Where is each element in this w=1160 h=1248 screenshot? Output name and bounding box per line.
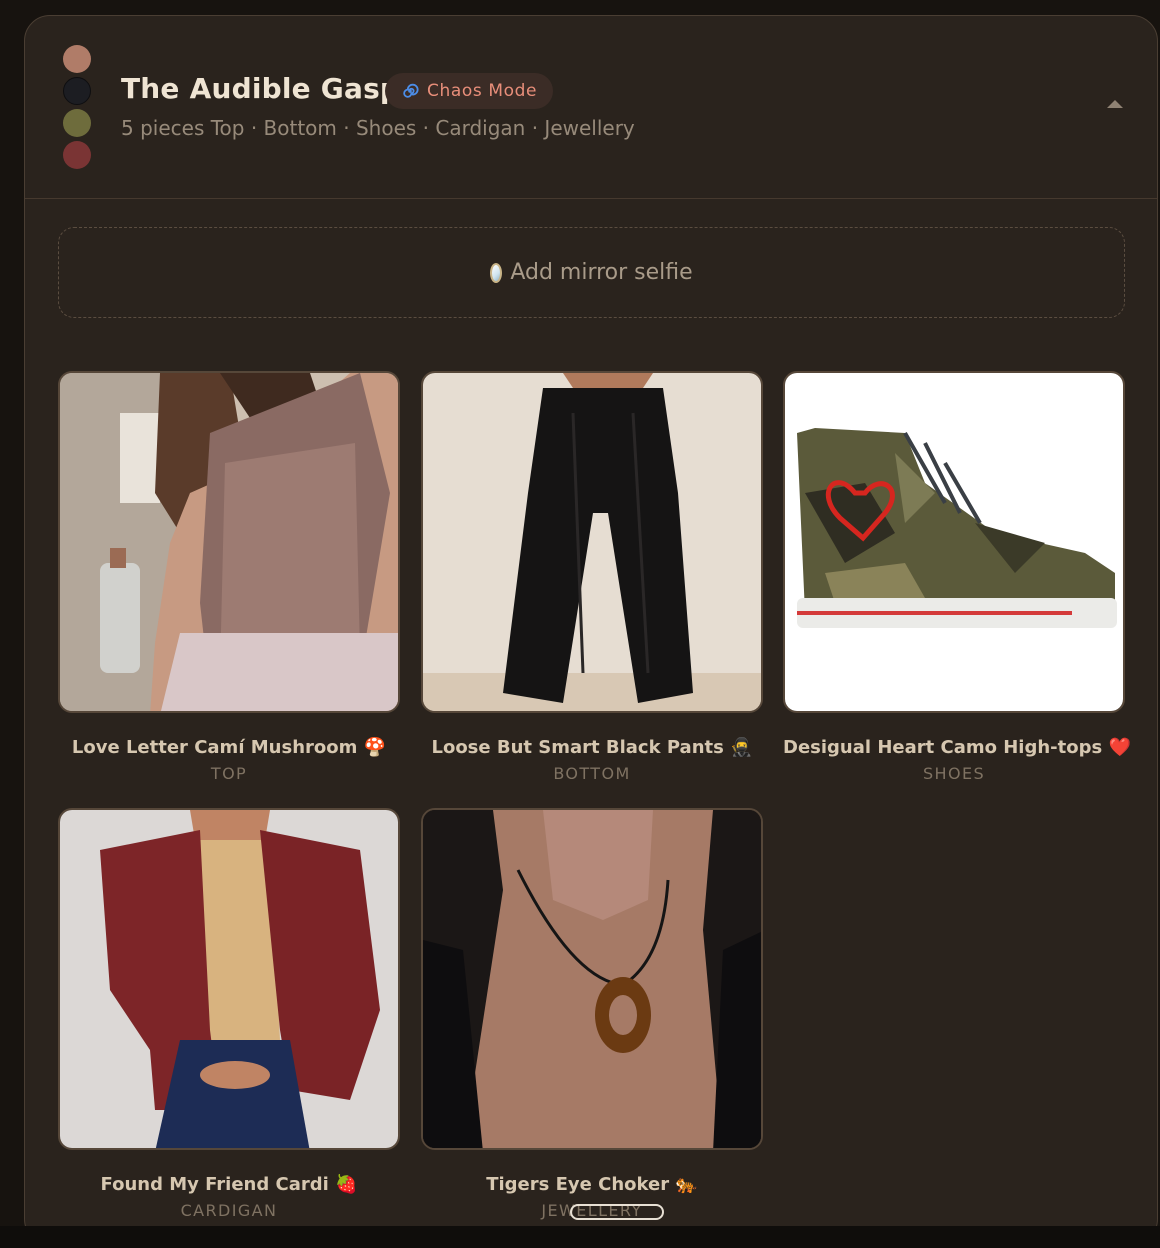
chaos-mode-badge: Chaos Mode — [385, 73, 554, 109]
item-category: BOTTOM — [553, 764, 631, 783]
add-mirror-selfie-button[interactable]: Add mirror selfie — [58, 227, 1125, 318]
palette-swatch — [63, 45, 91, 73]
palette-swatch — [63, 77, 91, 105]
item-name: Loose But Smart Black Pants 🥷 — [431, 737, 753, 758]
cardigan-photo-image — [60, 810, 398, 1148]
outfit-item[interactable]: Loose But Smart Black Pants 🥷 BOTTOM — [421, 371, 763, 783]
palette-swatch — [63, 109, 91, 137]
item-photo-jewellery[interactable] — [421, 808, 763, 1150]
outfit-item[interactable]: Love Letter Camí Mushroom 🍄 TOP — [58, 371, 400, 783]
bottom-bar — [0, 1226, 1160, 1248]
outfit-item[interactable]: Tigers Eye Choker 🐅 JEWELLERY — [421, 808, 763, 1220]
item-name: Desigual Heart Camo High-tops ❤️ — [783, 737, 1131, 758]
outfit-header[interactable]: The Audible Gasp Chaos Mode 5 pieces Top… — [25, 16, 1157, 199]
outfit-item[interactable]: Desigual Heart Camo High-tops ❤️ SHOES — [783, 371, 1131, 783]
scroll-indicator[interactable] — [570, 1204, 664, 1220]
mirror-icon — [490, 262, 503, 283]
bottom-photo-image — [423, 373, 761, 711]
item-photo-top[interactable] — [58, 371, 400, 713]
top-photo-image — [60, 373, 398, 711]
shoes-photo-image — [785, 373, 1123, 711]
collapse-chevron-icon[interactable] — [1103, 96, 1127, 116]
outfit-item[interactable]: Found My Friend Cardi 🍓 CARDIGAN — [58, 808, 400, 1220]
spiral-icon — [403, 83, 419, 98]
item-category: CARDIGAN — [180, 1201, 278, 1220]
item-name: Tigers Eye Choker 🐅 — [486, 1174, 698, 1195]
outfit-subtitle: 5 pieces Top · Bottom · Shoes · Cardigan… — [121, 116, 635, 140]
item-photo-cardigan[interactable] — [58, 808, 400, 1150]
jewellery-photo-image — [423, 810, 761, 1148]
item-category: SHOES — [922, 764, 986, 783]
add-mirror-selfie-label: Add mirror selfie — [510, 260, 693, 285]
palette-swatch — [63, 141, 91, 169]
page: The Audible Gasp Chaos Mode 5 pieces Top… — [0, 0, 1160, 1248]
item-name: Found My Friend Cardi 🍓 — [100, 1174, 358, 1195]
item-photo-bottom[interactable] — [421, 371, 763, 713]
item-name: Love Letter Camí Mushroom 🍄 — [71, 737, 387, 758]
item-photo-shoes[interactable] — [783, 371, 1125, 713]
outfit-card: The Audible Gasp Chaos Mode 5 pieces Top… — [24, 15, 1158, 1245]
outfit-title: The Audible Gasp — [121, 72, 401, 105]
chaos-mode-label: Chaos Mode — [427, 81, 538, 101]
item-category: TOP — [210, 764, 248, 783]
